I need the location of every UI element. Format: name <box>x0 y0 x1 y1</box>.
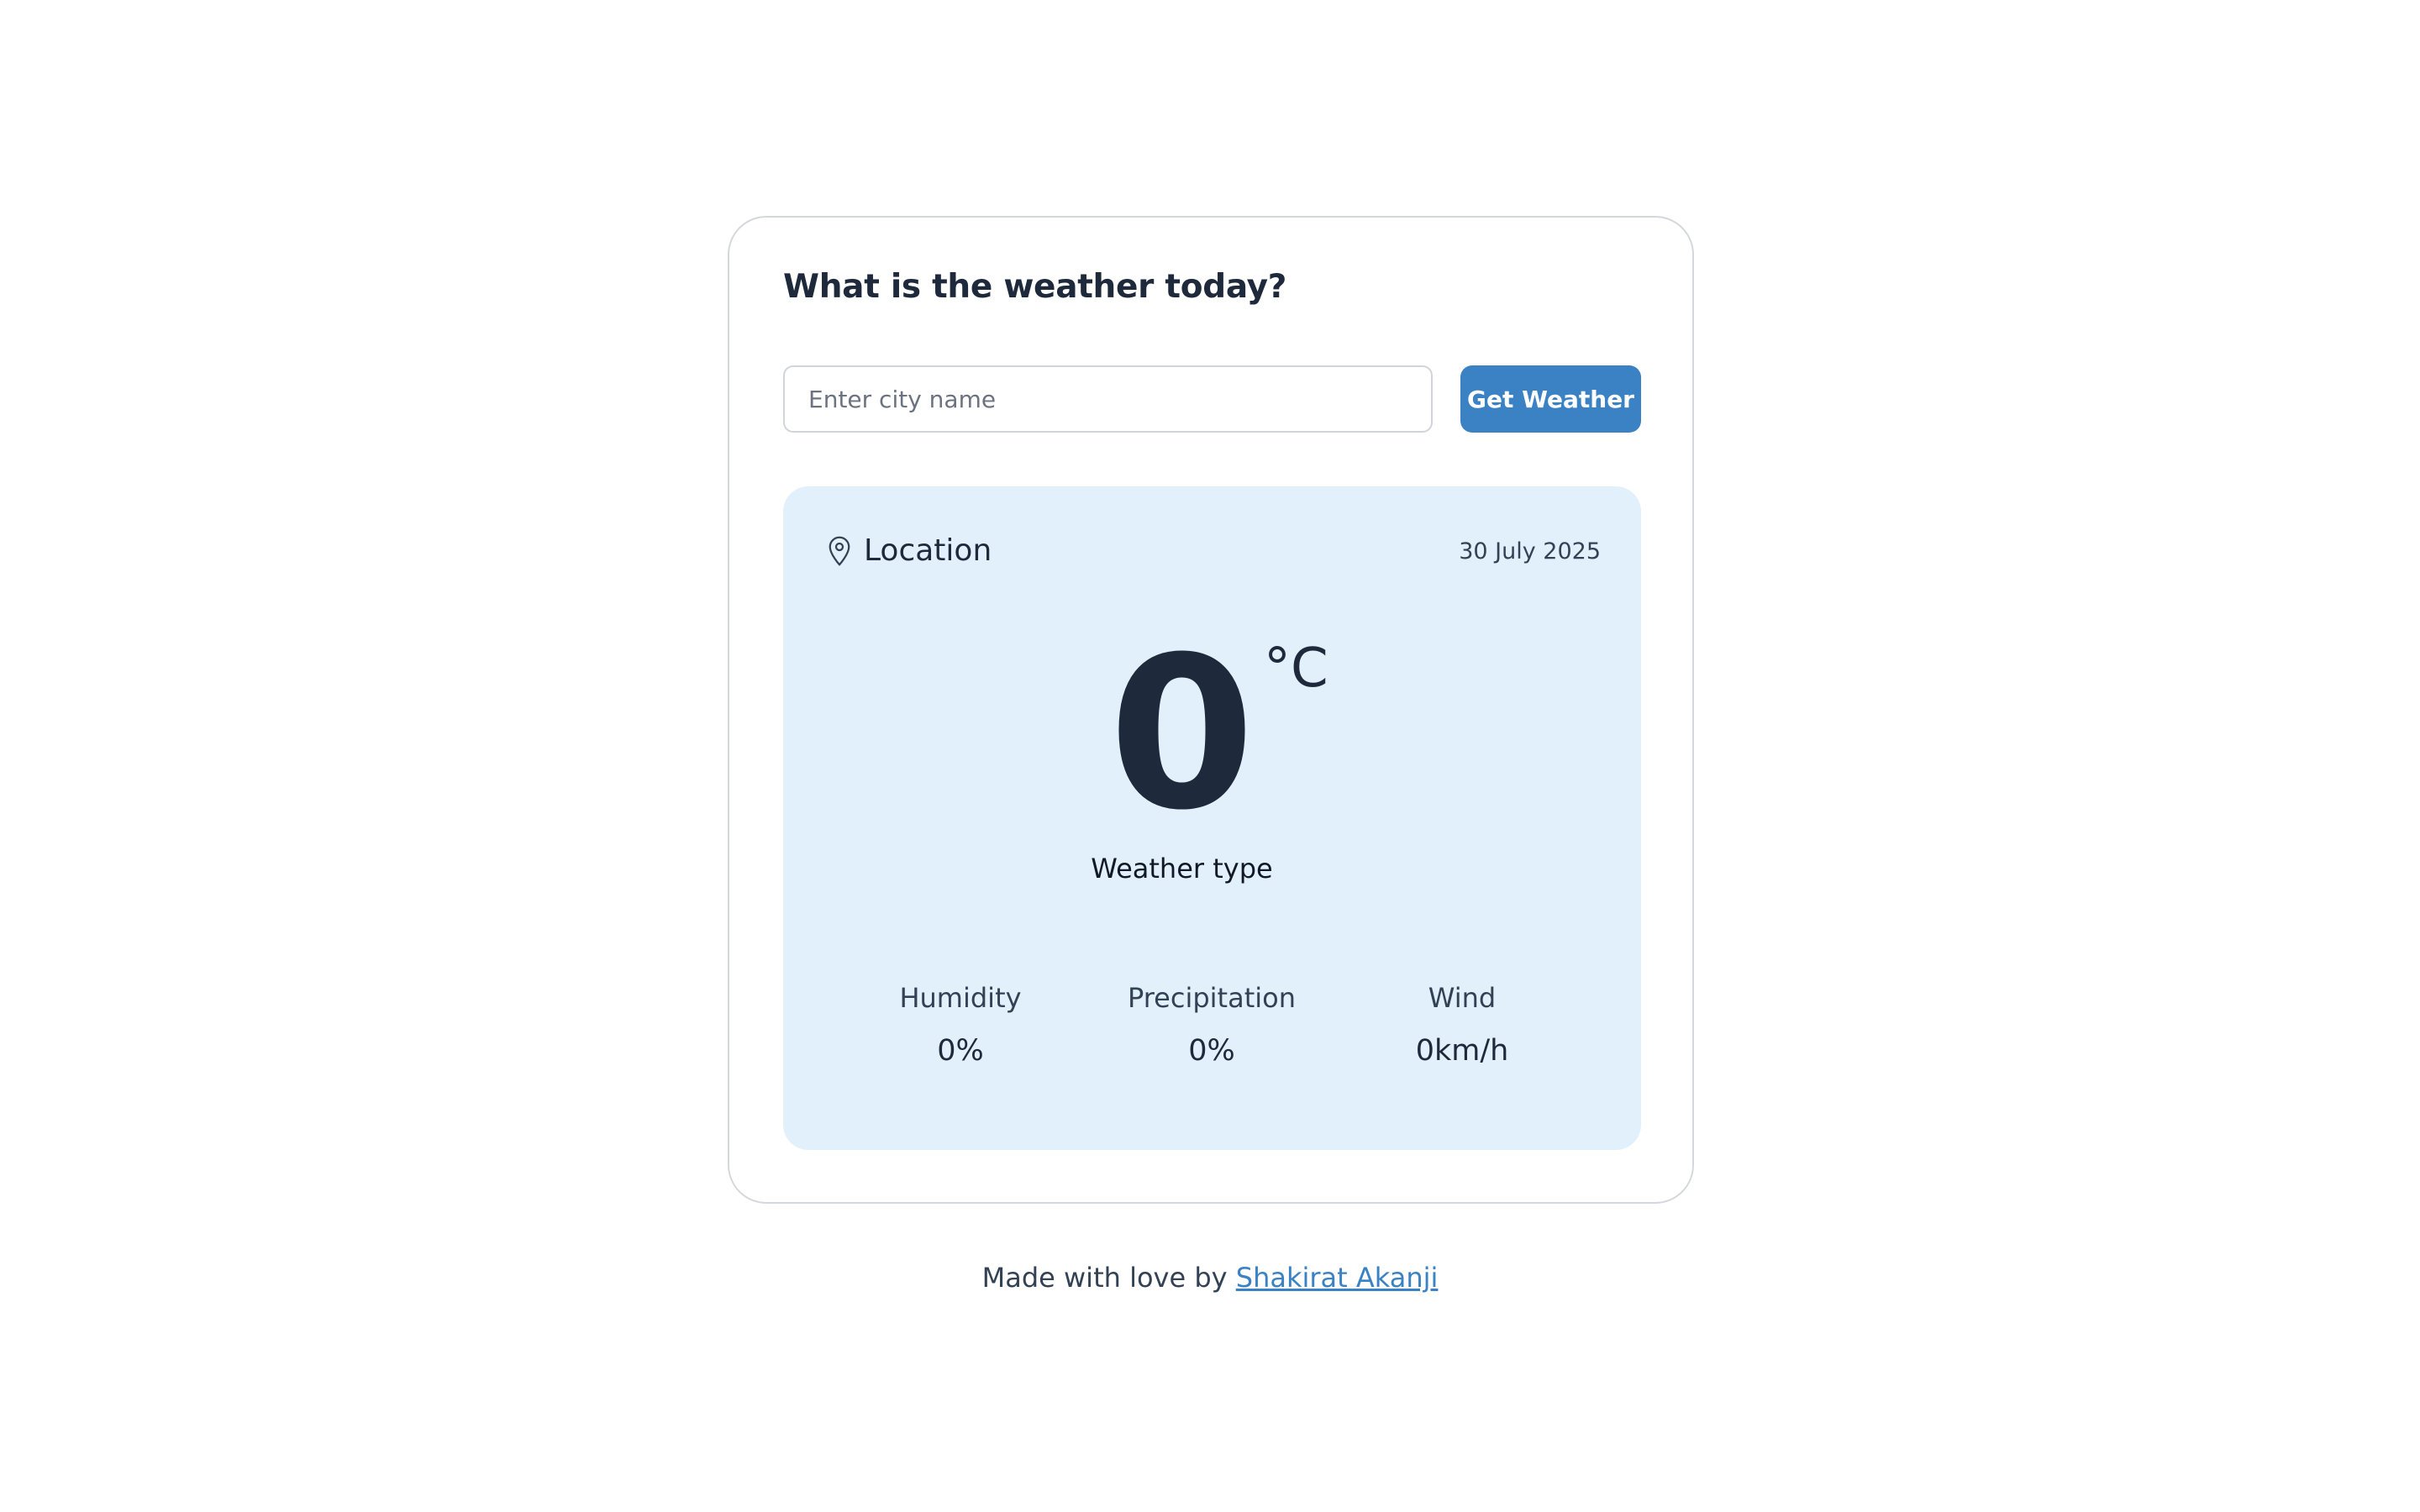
wind-value: 0km/h <box>1415 1034 1509 1068</box>
footer-text: Made with love by <box>981 1262 1228 1294</box>
author-link[interactable]: Shakirat Akanji <box>1236 1262 1439 1294</box>
weather-type-label: Weather type <box>1091 853 1273 885</box>
page: What is the weather today? Get Weather L… <box>0 0 2420 1512</box>
get-weather-button[interactable]: Get Weather <box>1460 365 1641 433</box>
humidity-label: Humidity <box>899 982 1022 1014</box>
weather-result-panel: Location 30 July 2025 0 °C Weather type … <box>783 486 1641 1150</box>
wind-stat: Wind 0km/h <box>1353 982 1571 1068</box>
wind-label: Wind <box>1428 982 1497 1014</box>
humidity-stat: Humidity 0% <box>851 982 1070 1068</box>
map-pin-icon <box>827 535 852 567</box>
page-title: What is the weather today? <box>783 268 1287 306</box>
temperature-unit: °C <box>1264 638 1328 700</box>
location-label: Location <box>864 533 992 568</box>
precipitation-value: 0% <box>1188 1034 1235 1068</box>
footer: Made with love by Shakirat Akanji <box>0 1262 2420 1294</box>
weather-card: What is the weather today? Get Weather L… <box>728 216 1694 1204</box>
precipitation-label: Precipitation <box>1127 982 1296 1014</box>
temperature-value: 0 <box>1108 612 1255 856</box>
date-label: 30 July 2025 <box>1459 538 1601 564</box>
precipitation-stat: Precipitation 0% <box>1102 982 1321 1068</box>
humidity-value: 0% <box>937 1034 984 1068</box>
city-search-input[interactable] <box>783 365 1433 433</box>
location-row: Location <box>827 533 992 568</box>
